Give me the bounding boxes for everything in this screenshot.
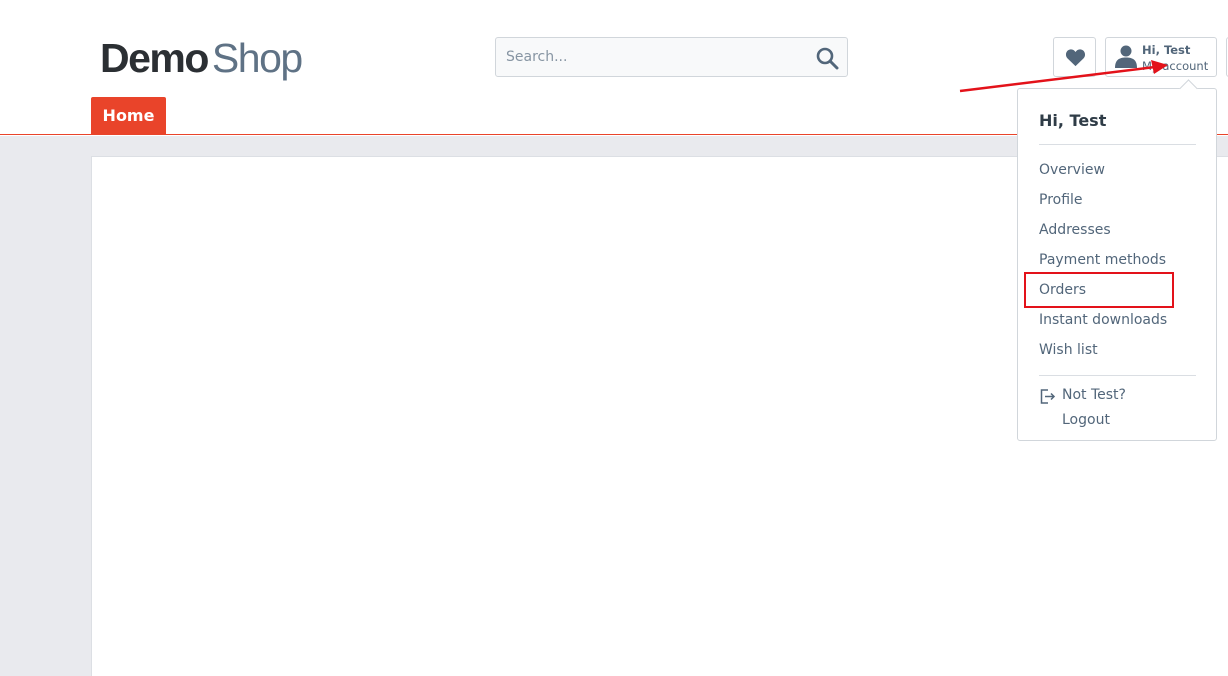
site-logo[interactable]: DemoShop — [100, 34, 303, 82]
menu-item-wish-list[interactable]: Wish list — [1039, 340, 1167, 370]
logout-icon — [1040, 389, 1056, 404]
menu-item-overview[interactable]: Overview — [1039, 160, 1167, 190]
orders-highlight-annotation — [1024, 272, 1174, 308]
logo-shop: Shop — [211, 35, 303, 81]
account-menu-list: Overview Profile Addresses Payment metho… — [1039, 160, 1167, 370]
logo-demo: Demo — [100, 35, 209, 81]
search-input[interactable] — [496, 38, 806, 76]
account-dropdown: Hi, Test Overview Profile Addresses Paym… — [1017, 88, 1217, 441]
dropdown-title: Hi, Test — [1039, 111, 1107, 130]
menu-item-profile[interactable]: Profile — [1039, 190, 1167, 220]
logout-link[interactable]: Logout — [1062, 412, 1110, 428]
search-box — [495, 37, 848, 77]
menu-item-addresses[interactable]: Addresses — [1039, 220, 1167, 250]
not-user-link[interactable]: Not Test? — [1062, 387, 1126, 403]
menu-item-instant-downloads[interactable]: Instant downloads — [1039, 310, 1167, 340]
search-icon[interactable] — [815, 46, 839, 70]
nav-home-tab[interactable]: Home — [91, 97, 166, 135]
dropdown-divider — [1039, 144, 1196, 145]
annotation-arrow — [959, 60, 1168, 93]
dropdown-divider-bottom — [1039, 375, 1196, 376]
